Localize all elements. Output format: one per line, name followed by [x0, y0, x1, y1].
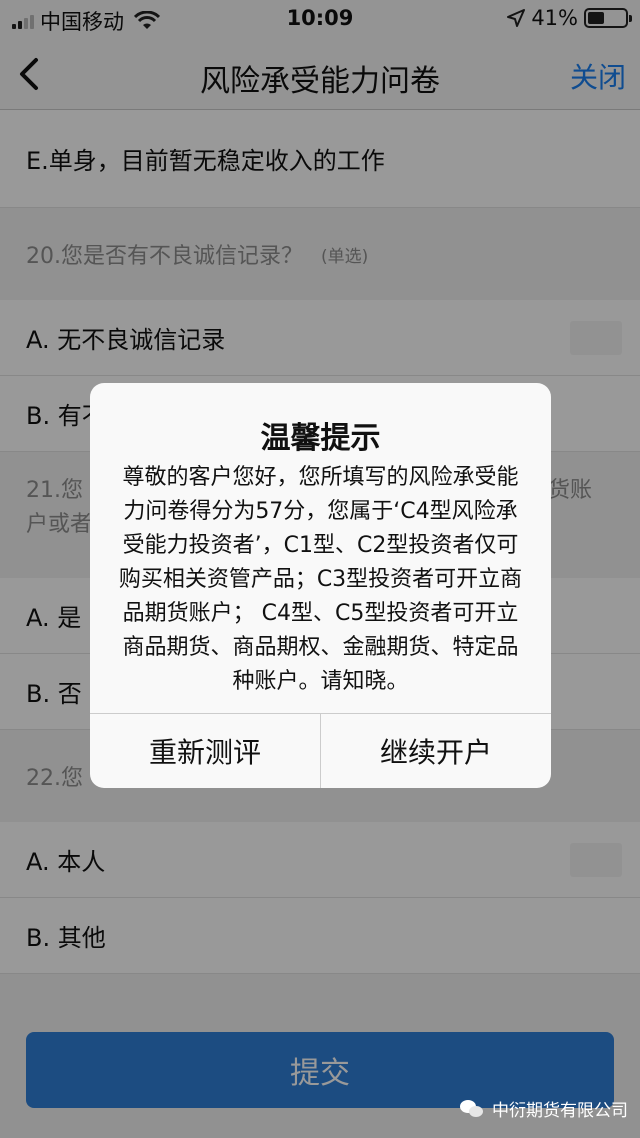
dialog-message: 尊敬的客户您好，您所填写的风险承受能力问卷得分为57分，您属于‘C4型风险承受能… — [118, 465, 523, 694]
watermark: 中衍期货有限公司 — [460, 1096, 628, 1121]
dialog-title: 温馨提示 — [260, 421, 381, 456]
alert-dialog: 温馨提示 尊敬的客户您好，您所填写的风险承受能力问卷得分为57分，您属于‘C4型… — [90, 383, 551, 788]
dialog-actions: 重新测评 继续开户 — [90, 713, 551, 788]
wechat-icon — [460, 1099, 486, 1119]
continue-button[interactable]: 继续开户 — [320, 714, 551, 788]
watermark-text: 中衍期货有限公司 — [492, 1101, 628, 1121]
retest-button[interactable]: 重新测评 — [90, 714, 320, 788]
